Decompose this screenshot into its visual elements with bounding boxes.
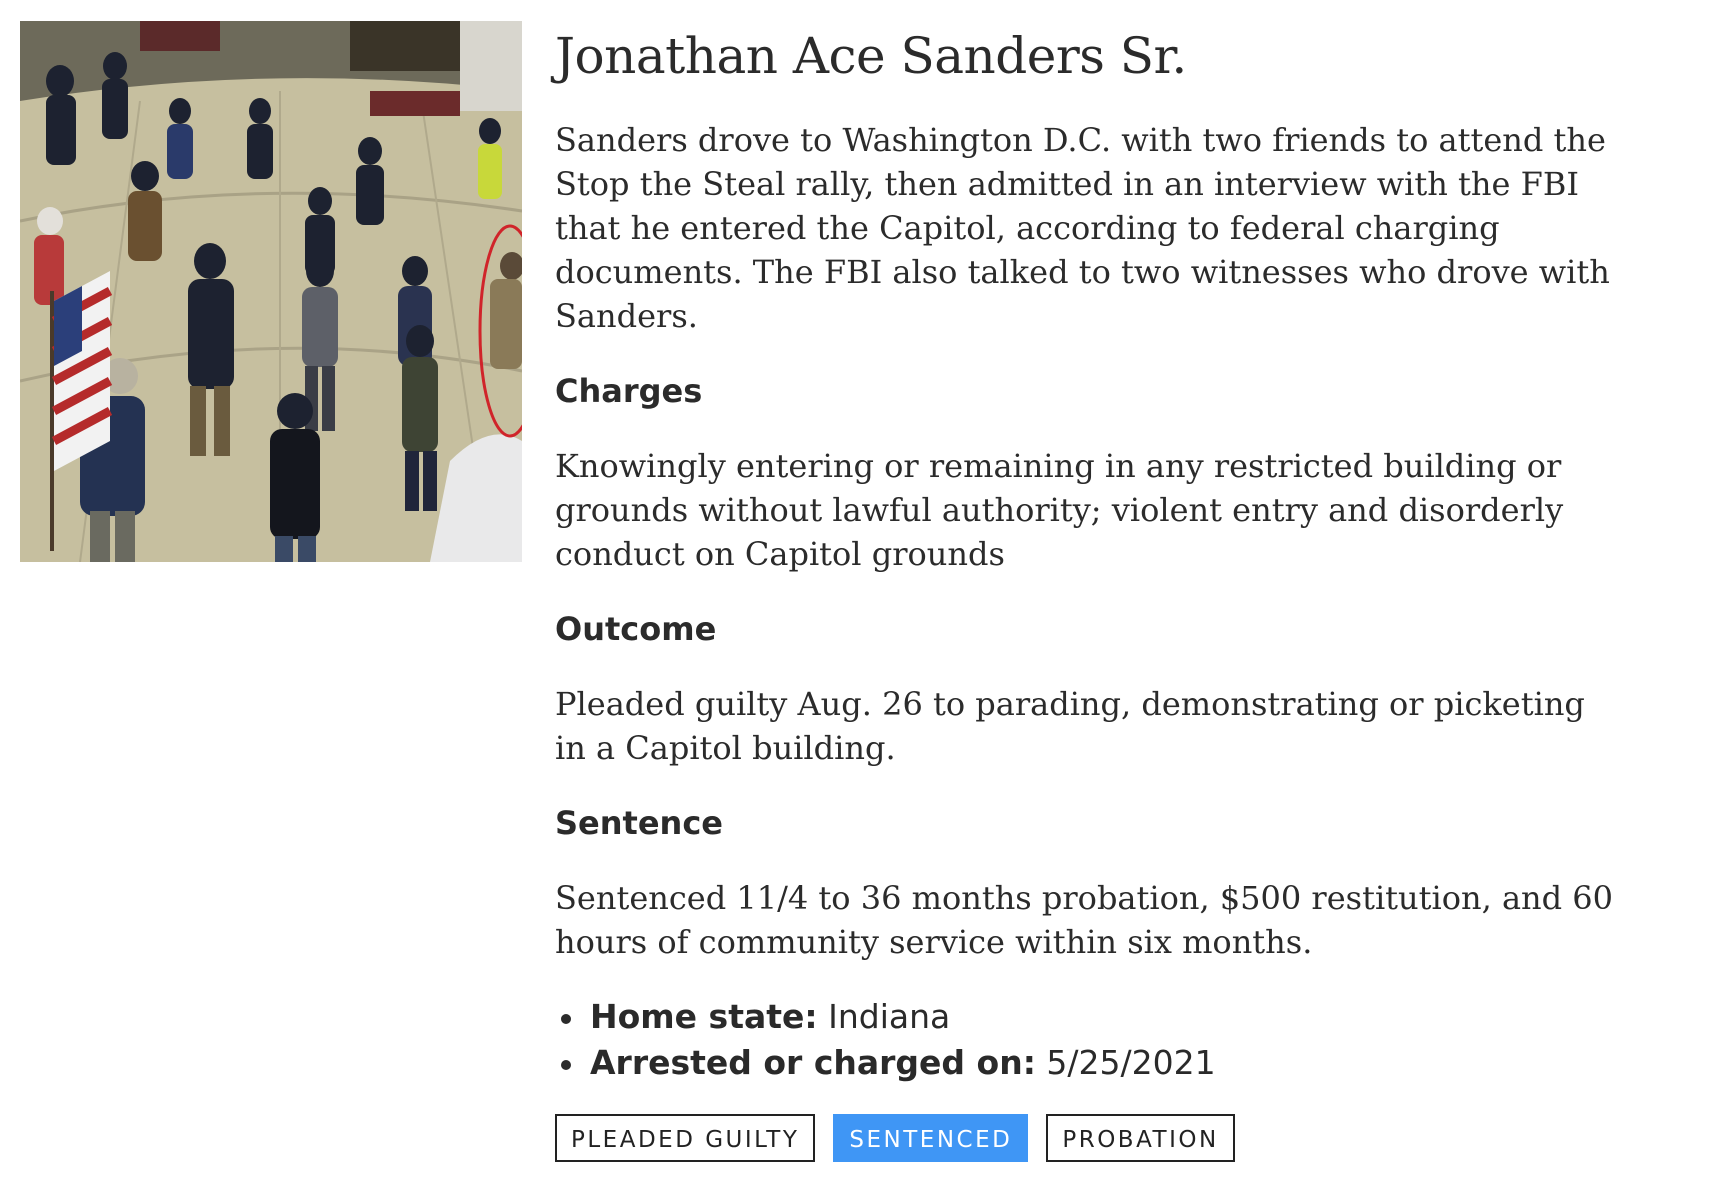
fact-label: Home state: xyxy=(590,997,818,1036)
capitol-rotunda-image xyxy=(20,21,522,562)
fact-arrested-date: Arrested or charged on: 5/25/2021 xyxy=(555,1040,1615,1086)
status-tags: PLEADED GUILTY SENTENCED PROBATION xyxy=(555,1114,1615,1162)
tag-pleaded-guilty[interactable]: PLEADED GUILTY xyxy=(555,1114,816,1162)
fact-value: Indiana xyxy=(828,997,951,1036)
charges-heading: Charges xyxy=(555,372,703,410)
outcome-heading: Outcome xyxy=(555,610,717,648)
outcome-text: Pleaded guilty Aug. 26 to parading, demo… xyxy=(555,685,1585,767)
tag-probation[interactable]: PROBATION xyxy=(1046,1114,1235,1162)
facts-list: Home state: Indiana Arrested or charged … xyxy=(555,994,1615,1086)
summary-text: Sanders drove to Washington D.C. with tw… xyxy=(555,121,1610,335)
defendant-profile: Jonathan Ace Sanders Sr. Sanders drove t… xyxy=(555,24,1615,1162)
sentence-text: Sentenced 11/4 to 36 months probation, $… xyxy=(555,879,1614,961)
tag-sentenced[interactable]: SENTENCED xyxy=(833,1114,1029,1162)
sentence-heading: Sentence xyxy=(555,804,723,842)
charges-text: Knowingly entering or remaining in any r… xyxy=(555,447,1564,573)
fact-home-state: Home state: Indiana xyxy=(555,994,1615,1040)
surveillance-photo xyxy=(20,21,522,562)
fact-value: 5/25/2021 xyxy=(1046,1043,1216,1082)
fact-label: Arrested or charged on: xyxy=(590,1043,1036,1082)
defendant-name: Jonathan Ace Sanders Sr. xyxy=(555,27,1187,85)
